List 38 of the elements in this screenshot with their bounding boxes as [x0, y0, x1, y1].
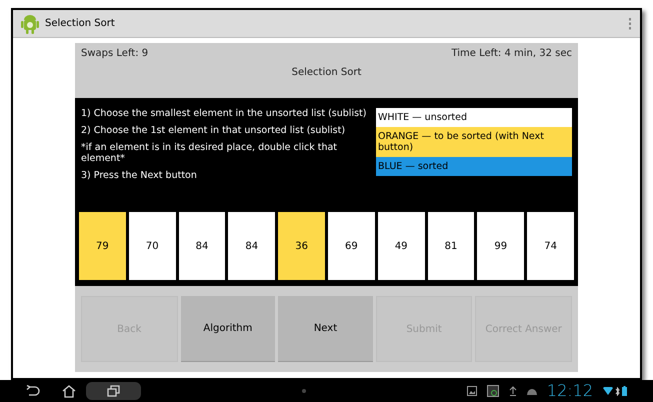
recent-apps-button[interactable]: [86, 382, 141, 400]
window-title: Selection Sort: [45, 17, 116, 31]
dot-icon: [302, 389, 306, 393]
number-tile[interactable]: 99: [477, 212, 524, 280]
number-tile[interactable]: 69: [328, 212, 375, 280]
number-tile[interactable]: 49: [378, 212, 425, 280]
upload-icon: [508, 386, 517, 396]
image-icon: [466, 386, 477, 396]
number-tile[interactable]: 81: [428, 212, 474, 280]
back-icon: [26, 385, 40, 397]
instruction-text: 3) Press the Next button: [81, 170, 198, 181]
android-head-icon: [526, 387, 537, 395]
number-tile[interactable]: 84: [228, 212, 276, 280]
number-tile[interactable]: 84: [178, 212, 226, 280]
time-left-label: Time Left: 4 min, 32 sec: [451, 47, 572, 61]
number-tile[interactable]: 74: [527, 212, 574, 280]
home-icon: [62, 384, 76, 398]
swaps-left-label: Swaps Left: 9: [81, 47, 148, 61]
legend-entry: WHITE — unsorted: [376, 108, 572, 127]
clock-time: 12:12: [546, 382, 593, 400]
instruction-text: *if an element is in its desired place, double click that element*: [81, 142, 338, 164]
number-tile[interactable]: 70: [128, 212, 176, 280]
android-robot-icon: [21, 14, 39, 34]
battery-icon: [622, 386, 627, 396]
instruction-text: 1) Choose the smallest element in the unsorted list (sublist): [81, 108, 368, 119]
action-button[interactable]: Algorithm: [180, 296, 276, 362]
wifi-icon: [603, 387, 613, 395]
screenshot-icon: [486, 385, 499, 397]
legend-entry: ORANGE — to be sorted (with Next button): [376, 127, 572, 157]
bluetooth-icon: [615, 386, 620, 396]
number-tile[interactable]: 36: [278, 212, 325, 280]
overflow-menu-icon: [628, 18, 632, 30]
game-title: Selection Sort: [292, 66, 362, 80]
recent-apps-icon: [107, 385, 120, 397]
legend-entry: BLUE — sorted: [376, 157, 572, 176]
number-tile[interactable]: 79: [79, 212, 126, 280]
action-button[interactable]: Next: [278, 296, 373, 362]
instruction-text: 2) Choose the 1st element in that unsorted list (sublist): [81, 125, 346, 136]
